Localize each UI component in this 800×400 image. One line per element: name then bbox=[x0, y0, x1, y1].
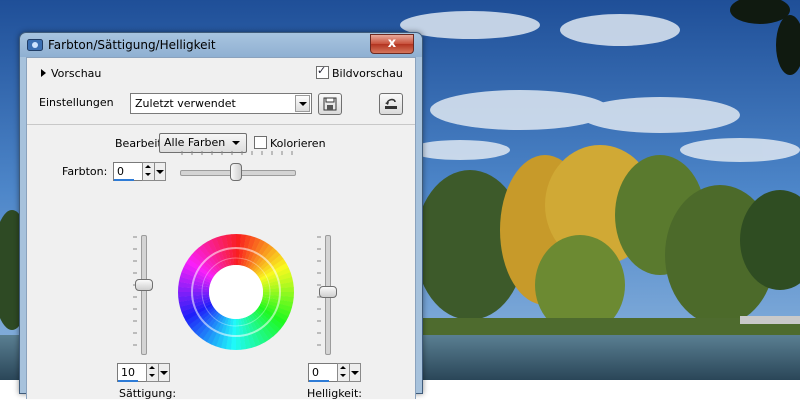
settings-combo[interactable]: Zuletzt verwendet bbox=[130, 93, 312, 114]
saturation-slider-track[interactable] bbox=[141, 235, 147, 355]
hue-dropdown-arrow[interactable] bbox=[154, 162, 166, 181]
hue-input[interactable]: 0 bbox=[113, 162, 144, 181]
close-button[interactable]: x bbox=[370, 34, 414, 54]
hue-slider-thumb[interactable] bbox=[230, 163, 242, 181]
saturation-slider-ticks bbox=[133, 236, 137, 346]
lightness-value-bar bbox=[309, 380, 329, 382]
wheel-center bbox=[209, 265, 263, 319]
lightness-slider-thumb[interactable] bbox=[319, 286, 337, 298]
title-bar[interactable]: Farbton/Sättigung/Helligkeit x bbox=[20, 33, 422, 57]
colorize-checkbox[interactable]: Kolorieren bbox=[254, 136, 326, 150]
checkbox-unchecked-icon bbox=[254, 136, 267, 149]
hue-slider-ticks bbox=[181, 151, 293, 155]
hue-spinbox[interactable]: 0 bbox=[113, 162, 167, 181]
lightness-value: 0 bbox=[312, 366, 319, 379]
save-icon bbox=[323, 97, 337, 111]
expand-triangle-icon bbox=[41, 69, 46, 77]
edit-value: Alle Farben bbox=[164, 136, 226, 149]
hue-value-bar bbox=[114, 179, 134, 181]
dialog-client-area: Vorschau Bildvorschau Einstellungen Zule… bbox=[26, 57, 416, 400]
saturation-label: Sättigung: bbox=[119, 387, 177, 400]
save-preset-button[interactable] bbox=[318, 93, 342, 115]
chevron-down-icon[interactable] bbox=[295, 95, 310, 112]
app-icon bbox=[27, 39, 43, 51]
colorize-label: Kolorieren bbox=[270, 137, 326, 150]
saturation-value: 10 bbox=[121, 366, 135, 379]
lightness-input[interactable]: 0 bbox=[308, 363, 339, 382]
saturation-input[interactable]: 10 bbox=[117, 363, 148, 382]
saturation-dropdown-arrow[interactable] bbox=[158, 363, 170, 382]
checkbox-checked-icon bbox=[316, 64, 329, 79]
window-title: Farbton/Sättigung/Helligkeit bbox=[48, 38, 216, 52]
color-wheel[interactable] bbox=[177, 233, 295, 351]
hue-value: 0 bbox=[117, 165, 124, 178]
saturation-slider-thumb[interactable] bbox=[135, 279, 153, 291]
saturation-value-bar bbox=[118, 380, 138, 382]
reset-icon bbox=[385, 98, 397, 109]
preview-label: Vorschau bbox=[51, 67, 102, 80]
close-icon: x bbox=[387, 36, 397, 51]
settings-label: Einstellungen bbox=[39, 96, 114, 109]
reset-button[interactable] bbox=[379, 93, 403, 115]
hue-label: Farbton: bbox=[62, 165, 108, 178]
hue-saturation-dialog: Farbton/Sättigung/Helligkeit x Vorschau … bbox=[19, 32, 423, 400]
adjustment-panel: Bearbeiten: Alle Farben Kolorieren Farbt… bbox=[27, 124, 415, 400]
lightness-spinbox[interactable]: 0 bbox=[308, 363, 362, 382]
edit-dropdown[interactable]: Alle Farben bbox=[159, 133, 247, 153]
lightness-label: Helligkeit: bbox=[307, 387, 363, 400]
preview-toggle[interactable]: Vorschau bbox=[41, 67, 101, 80]
settings-value: Zuletzt verwendet bbox=[135, 97, 236, 110]
top-options-area: Vorschau Bildvorschau Einstellungen Zule… bbox=[27, 58, 415, 120]
image-preview-checkbox[interactable]: Bildvorschau bbox=[316, 64, 403, 80]
lightness-dropdown-arrow[interactable] bbox=[349, 363, 361, 382]
saturation-spinbox[interactable]: 10 bbox=[117, 363, 171, 382]
image-preview-label: Bildvorschau bbox=[332, 67, 403, 80]
